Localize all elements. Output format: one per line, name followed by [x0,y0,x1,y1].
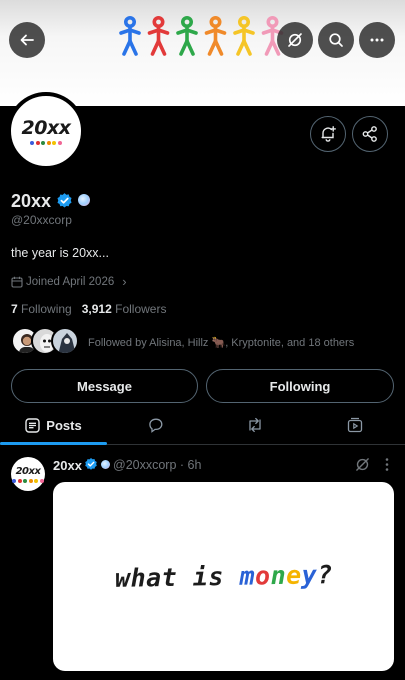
profile-bio: the year is 20xx... [11,246,109,260]
post-media-text-fragment: y [301,560,318,590]
tab-reposts[interactable] [205,405,305,445]
joined-label: Joined April 2026 [26,275,115,288]
logo-dot [23,478,28,483]
reply-icon [149,418,163,433]
grok-button[interactable] [277,22,313,58]
post-media-text-fragment: e [285,560,302,590]
post-avatar[interactable]: 20xx [11,457,45,491]
more-vertical-icon[interactable] [383,457,391,472]
post-media-text-fragment: o [254,561,271,591]
more-button[interactable] [359,22,395,58]
followed-by-text[interactable]: Followed by Alisina, Hillz 🐂, Kryptonite… [88,336,354,349]
profile-handle: @20xxcorp [11,213,72,227]
grok-icon[interactable] [355,457,370,472]
media-icon [347,417,363,433]
logo-dot [46,141,51,145]
calendar-icon [11,276,23,288]
follower-avatar[interactable] [51,327,79,355]
post-author-name[interactable]: 20xx [53,458,82,473]
logo-dot [34,478,39,483]
following-link[interactable]: 7 Following [11,302,72,316]
post-media-card[interactable]: what is money? [53,482,394,671]
profile-avatar[interactable]: 20xx [7,92,85,170]
post-avatar-logo-text: 20xx [15,465,41,477]
avatar-logo-dots [30,141,62,145]
tab-active-indicator [0,442,107,445]
logo-dot [57,141,62,145]
profile-banner[interactable] [0,0,405,106]
post-media-text-fragment: ? [316,560,333,590]
post-meta: @20xxcorp · 6h [113,458,202,472]
logo-dot [52,141,57,145]
post-media-text-fragment: n [269,560,286,591]
verified-badge-icon [57,193,72,208]
grok-icon [288,33,302,47]
notify-button[interactable] [310,116,346,152]
logo-dot [12,478,17,483]
logo-dot [28,478,33,483]
more-horizontal-icon [370,38,384,42]
posts-icon [25,417,40,433]
joined-date[interactable]: Joined April 2026 › [11,274,127,289]
share-icon [362,126,377,142]
post-media-text: what is money? [114,560,332,593]
post-avatar-logo-dots [12,478,44,483]
stick-figure [204,16,227,56]
back-button[interactable] [9,22,45,58]
post-media-text-fragment: what is [114,561,240,593]
followers-link[interactable]: 3,912 Followers [82,302,167,316]
tab-replies[interactable] [107,405,205,445]
arrow-left-icon [20,34,34,46]
stick-figure [233,16,255,56]
stick-figure [176,16,198,56]
avatar-logo-text: 20xx [21,117,71,139]
following-button[interactable]: Following [206,369,394,403]
tab-media[interactable] [305,405,405,445]
verified-badge-icon [85,457,97,470]
logo-dot [39,478,44,483]
logo-dot [17,478,22,483]
tab-posts-label: Posts [46,417,82,433]
affiliate-badge-icon[interactable] [78,194,90,206]
post-media-text-fragment: m [238,561,255,591]
message-button[interactable]: Message [11,369,198,403]
stick-figure [147,16,170,56]
search-button[interactable] [318,22,354,58]
search-icon [329,33,343,47]
profile-tabs: Posts [0,405,405,445]
banner-figures-illustration [119,16,284,56]
chevron-right-icon: › [122,274,127,289]
stick-figure [119,16,141,56]
bell-plus-icon [321,126,336,142]
tab-posts[interactable]: Posts [0,405,107,445]
profile-name: 20xx [11,191,52,211]
logo-dot [41,141,46,145]
follow-stats: 7 Following 3,912 Followers [11,302,166,316]
logo-dot [35,141,40,145]
share-button[interactable] [352,116,388,152]
repost-icon [249,417,261,433]
affiliate-badge-icon [101,460,110,469]
follower-avatar-image [58,333,76,353]
status-bar [0,0,405,6]
logo-dot [30,141,35,145]
